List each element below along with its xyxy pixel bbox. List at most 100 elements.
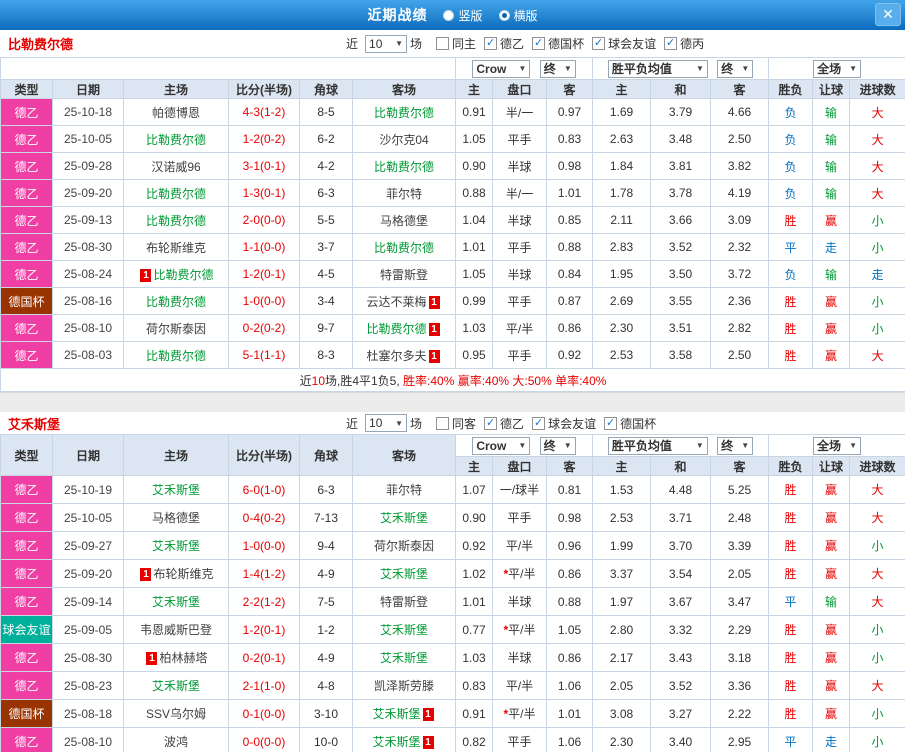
team-link[interactable]: 艾禾斯堡 — [372, 735, 420, 749]
result-goals-cell: 小 — [850, 728, 905, 752]
bookmaker-select[interactable]: Crow▼ — [472, 437, 530, 455]
ah-line-cell: *平/半 — [493, 700, 547, 728]
recent-count-select[interactable]: 10 ▼ — [365, 414, 407, 432]
recent-count-select[interactable]: 10 ▼ — [365, 35, 407, 53]
result-wdl-cell: 负 — [769, 99, 813, 126]
home-team-cell: 比勒费尔德 — [124, 180, 229, 207]
checkbox-checked-icon: ✓ — [532, 37, 545, 50]
scope-select[interactable]: 全场▼ — [813, 60, 861, 78]
team-link[interactable]: 布轮斯维克 — [153, 567, 213, 581]
team-link[interactable]: 艾禾斯堡 — [152, 595, 200, 609]
chevron-down-icon: ▼ — [696, 64, 704, 73]
ah-away-odds-cell: 0.97 — [547, 99, 593, 126]
team-link[interactable]: 比勒费尔德 — [146, 133, 206, 147]
team-link[interactable]: 菲尔特 — [386, 483, 422, 497]
filter-checkbox-德国杯[interactable]: ✓德国杯 — [604, 415, 656, 432]
team-link[interactable]: 帕德博恩 — [152, 106, 200, 120]
wdl-average-select[interactable]: 胜平负均值▼ — [608, 437, 708, 455]
eu-home-odds-cell: 1.78 — [593, 180, 651, 207]
eu-final-select[interactable]: 终▼ — [717, 437, 753, 455]
filter-checkbox-德乙[interactable]: ✓德乙 — [484, 35, 524, 52]
team-link[interactable]: 特雷斯登 — [380, 595, 428, 609]
ah-final-select[interactable]: 终▼ — [540, 437, 576, 455]
bookmaker-select[interactable]: Crow▼ — [472, 60, 530, 78]
eu-away-odds-cell: 3.18 — [711, 644, 769, 672]
filter-checkbox-德丙[interactable]: ✓德丙 — [664, 35, 704, 52]
col-ah-away: 客 — [547, 80, 593, 99]
filter-checkbox-德乙[interactable]: ✓德乙 — [484, 415, 524, 432]
team-link[interactable]: 荷尔斯泰因 — [146, 322, 206, 336]
eu-home-odds-cell: 1.84 — [593, 153, 651, 180]
layout-horizontal-radio[interactable]: 横版 — [499, 7, 538, 24]
result-goals-cell: 大 — [850, 180, 905, 207]
team-link[interactable]: 凯泽斯劳滕 — [374, 679, 434, 693]
corners-cell: 4-5 — [300, 261, 353, 288]
team-link[interactable]: 艾禾斯堡 — [152, 539, 200, 553]
team-link[interactable]: 韦恩威斯巴登 — [140, 623, 212, 637]
eu-draw-odds-cell: 3.52 — [651, 672, 711, 700]
matches-body: 德乙25-10-19艾禾斯堡6-0(1-0)6-3菲尔特1.07一/球半0.81… — [1, 476, 905, 752]
red-card-badge: 1 — [423, 708, 434, 721]
red-card-badge: 1 — [146, 652, 157, 665]
team-link[interactable]: 艾禾斯堡 — [380, 567, 428, 581]
filter-row: 艾禾斯堡 近 10 ▼ 场 同客✓德乙✓球会友谊✓德国杯 — [0, 412, 905, 434]
score-cell: 0-0(0-0) — [229, 728, 300, 752]
team-link[interactable]: 马格德堡 — [152, 511, 200, 525]
filter-checkbox-德国杯[interactable]: ✓德国杯 — [532, 35, 584, 52]
result-wdl-cell: 负 — [769, 126, 813, 153]
team-link[interactable]: 艾禾斯堡 — [152, 483, 200, 497]
layout-vertical-radio[interactable]: 竖版 — [443, 7, 482, 24]
filter-checkbox-球会友谊[interactable]: ✓球会友谊 — [532, 415, 596, 432]
filter-checkbox-球会友谊[interactable]: ✓球会友谊 — [592, 35, 656, 52]
team-link[interactable]: 云达不莱梅 — [367, 295, 427, 309]
filter-checkbox-同客[interactable]: 同客 — [436, 415, 476, 432]
corners-cell: 7-5 — [300, 588, 353, 616]
eu-final-select[interactable]: 终▼ — [717, 60, 753, 78]
team-link[interactable]: 柏林赫塔 — [159, 651, 207, 665]
team-link[interactable]: 艾禾斯堡 — [380, 511, 428, 525]
match-row: 德乙25-08-10荷尔斯泰因0-2(0-2)9-7比勒费尔德11.03平/半0… — [1, 315, 905, 342]
team-link[interactable]: 马格德堡 — [380, 214, 428, 228]
team-link[interactable]: 艾禾斯堡 — [380, 651, 428, 665]
team-link[interactable]: 波鸿 — [164, 735, 188, 749]
summary-segment: 赢率:40% — [454, 374, 509, 388]
col-result-wdl: 胜负 — [769, 457, 813, 476]
eu-away-odds-cell: 2.82 — [711, 315, 769, 342]
team-link[interactable]: 比勒费尔德 — [374, 106, 434, 120]
ah-final-select[interactable]: 终▼ — [540, 60, 576, 78]
team-link[interactable]: 特雷斯登 — [380, 268, 428, 282]
team-link[interactable]: 比勒费尔德 — [153, 268, 213, 282]
team-link[interactable]: 杜塞尔多夫 — [367, 349, 427, 363]
eu-home-odds-cell: 2.53 — [593, 342, 651, 369]
ah-line-cell: 平/半 — [493, 672, 547, 700]
team-link[interactable]: 比勒费尔德 — [374, 241, 434, 255]
summary-segment: 单率:40% — [552, 374, 607, 388]
team-link[interactable]: 比勒费尔德 — [146, 295, 206, 309]
home-team-cell: 艾禾斯堡 — [124, 672, 229, 700]
col-type: 类型 — [1, 435, 53, 476]
close-button[interactable]: ✕ — [875, 3, 901, 26]
wdl-average-select[interactable]: 胜平负均值▼ — [608, 60, 708, 78]
summary-segment: 大:50% — [509, 374, 552, 388]
result-handicap-cell: 输 — [813, 180, 850, 207]
team-link[interactable]: 布轮斯维克 — [146, 241, 206, 255]
team-link[interactable]: 比勒费尔德 — [146, 187, 206, 201]
team-link[interactable]: SSV乌尔姆 — [146, 707, 206, 721]
team-link[interactable]: 比勒费尔德 — [146, 349, 206, 363]
team-link[interactable]: 汉诺威96 — [151, 160, 200, 174]
team-link[interactable]: 菲尔特 — [386, 187, 422, 201]
team-link[interactable]: 比勒费尔德 — [374, 160, 434, 174]
result-handicap-cell: 输 — [813, 588, 850, 616]
filter-checkbox-同主[interactable]: 同主 — [436, 35, 476, 52]
team-link[interactable]: 比勒费尔德 — [146, 214, 206, 228]
team-link[interactable]: 艾禾斯堡 — [380, 623, 428, 637]
team-link[interactable]: 艾禾斯堡 — [152, 679, 200, 693]
scope-select[interactable]: 全场▼ — [813, 437, 861, 455]
ah-away-odds-cell: 0.98 — [547, 153, 593, 180]
league-type-cell: 德乙 — [1, 672, 53, 700]
team-link[interactable]: 比勒费尔德 — [367, 322, 427, 336]
col-eu-away: 客 — [711, 457, 769, 476]
team-link[interactable]: 沙尔克04 — [379, 133, 428, 147]
team-link[interactable]: 艾禾斯堡 — [372, 707, 420, 721]
team-link[interactable]: 荷尔斯泰因 — [374, 539, 434, 553]
